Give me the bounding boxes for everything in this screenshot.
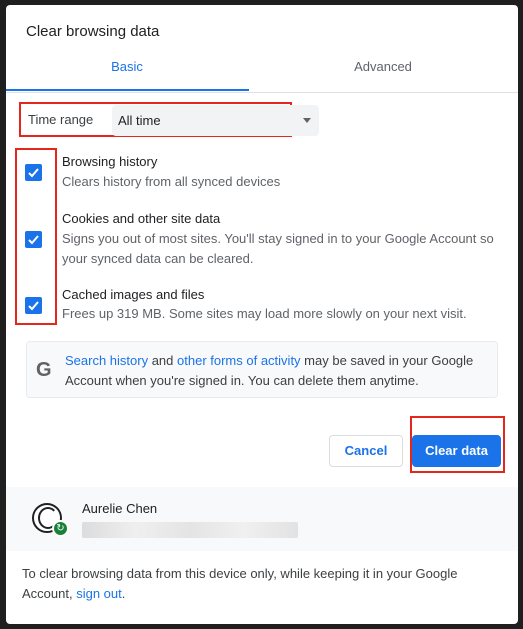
note-connector: and: [148, 353, 178, 368]
other-activity-link[interactable]: other forms of activity: [177, 353, 301, 368]
account-section: ↻ Aurelie Chen: [6, 487, 518, 551]
checkmark-icon: [28, 235, 39, 245]
footer-text: To clear browsing data from this device …: [22, 564, 492, 604]
sync-icon: ↻: [52, 520, 69, 537]
time-range-select[interactable]: All time: [112, 105, 319, 136]
cookies-checkbox[interactable]: [25, 231, 42, 248]
account-email-redacted: [82, 522, 298, 538]
time-range-label: Time range: [28, 112, 94, 127]
sign-out-link[interactable]: sign out: [76, 586, 122, 601]
google-note-text: Search history and other forms of activi…: [65, 351, 485, 391]
time-range-row: Time range All time: [19, 102, 319, 137]
account-name: Aurelie Chen: [82, 501, 158, 516]
checkmark-icon: [28, 301, 39, 311]
google-account-note: G Search history and other forms of acti…: [26, 341, 498, 398]
dropdown-caret-icon: [303, 118, 311, 123]
clear-browsing-data-dialog: Clear browsing data Basic Advanced Time …: [6, 5, 518, 624]
cookies-description: Signs you out of most sites. You'll stay…: [62, 231, 494, 266]
tab-advanced[interactable]: Advanced: [262, 55, 504, 92]
active-tab-indicator: [6, 89, 249, 91]
clear-data-button[interactable]: Clear data: [412, 435, 501, 467]
time-range-value: All time: [118, 113, 161, 128]
cached-images-checkbox[interactable]: [25, 297, 42, 314]
browsing-history-title: Browsing history: [62, 154, 158, 169]
browsing-history-checkbox[interactable]: [25, 164, 42, 181]
cookies-title: Cookies and other site data: [62, 211, 221, 226]
cancel-button[interactable]: Cancel: [329, 435, 403, 467]
checkmark-icon: [28, 168, 39, 178]
google-g-icon: G: [36, 359, 52, 381]
search-history-link[interactable]: Search history: [65, 353, 148, 368]
cached-images-title: Cached images and files: [62, 287, 205, 302]
tab-bar: Basic Advanced: [6, 55, 518, 93]
tab-basic[interactable]: Basic: [6, 55, 248, 92]
browsing-history-description: Clears history from all synced devices: [62, 174, 281, 189]
cached-images-description: Frees up 319 MB. Some sites may load mor…: [62, 306, 467, 321]
footer-end: .: [121, 586, 126, 601]
dialog-title: Clear browsing data: [26, 23, 160, 40]
